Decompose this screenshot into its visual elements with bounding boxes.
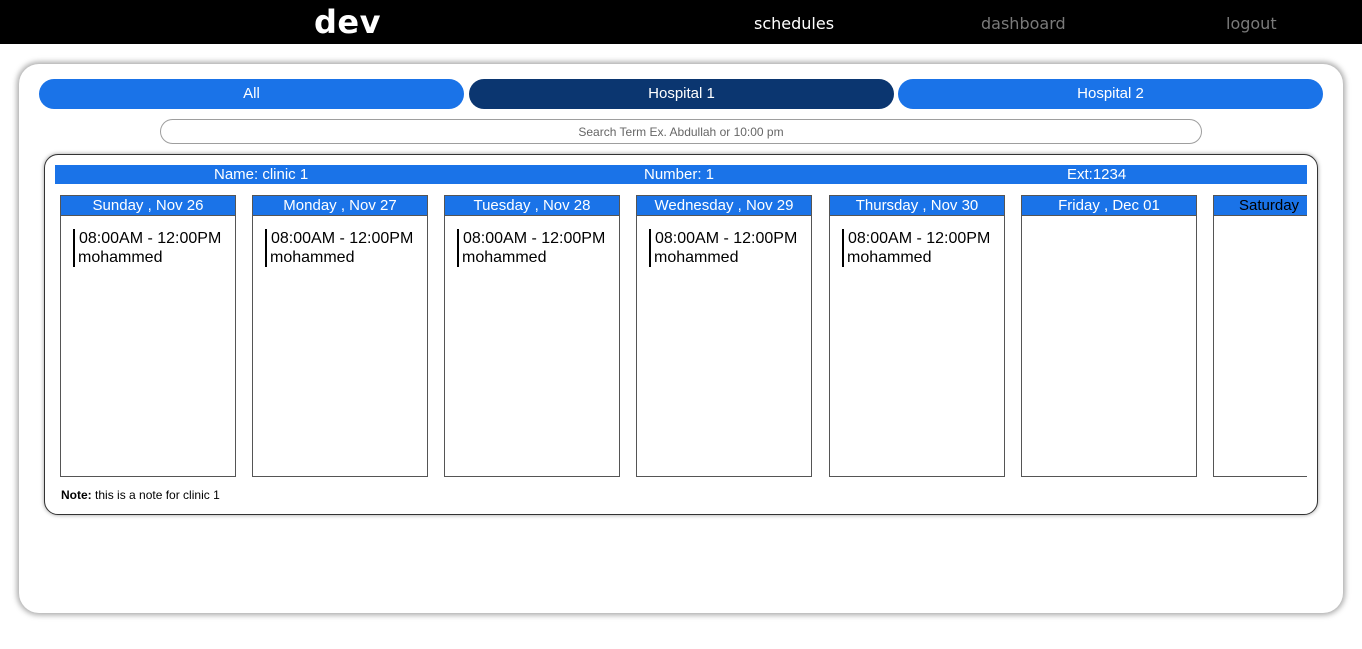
day-column-thursday: Thursday , Nov 30 08:00AM - 12:00PM moha… [829,195,1005,477]
nav-schedules-link[interactable]: schedules [754,14,834,33]
slot-time: 08:00AM - 12:00PM [79,230,222,247]
schedule-slot[interactable]: 08:00AM - 12:00PM mohammed [73,229,221,267]
tab-hospital-1[interactable]: Hospital 1 [469,79,894,109]
slot-person: mohammed [462,249,547,266]
search-input[interactable] [160,119,1202,144]
slot-time: 08:00AM - 12:00PM [463,230,606,247]
day-column-wednesday: Wednesday , Nov 29 08:00AM - 12:00PM moh… [636,195,812,477]
note-text: this is a note for clinic 1 [95,488,220,502]
days-row[interactable]: Sunday , Nov 26 08:00AM - 12:00PM mohamm… [55,195,1307,477]
clinic-ext: Ext:1234 [1067,166,1127,183]
day-column-sunday: Sunday , Nov 26 08:00AM - 12:00PM mohamm… [60,195,236,477]
day-header: Wednesday , Nov 29 [637,196,811,216]
day-header: Tuesday , Nov 28 [445,196,619,216]
day-column-monday: Monday , Nov 27 08:00AM - 12:00PM mohamm… [252,195,428,477]
day-header: Friday , Dec 01 [1022,196,1196,216]
day-header: Monday , Nov 27 [253,196,427,216]
slot-person: mohammed [78,249,163,266]
slot-person: mohammed [847,249,932,266]
nav-logout-link[interactable]: logout [1226,14,1277,33]
slot-person: mohammed [270,249,355,266]
day-header: Thursday , Nov 30 [830,196,1004,216]
tab-all[interactable]: All [39,79,464,109]
tab-hospital-2[interactable]: Hospital 2 [898,79,1323,109]
day-header: Saturday [1214,196,1307,216]
nav-dashboard-link[interactable]: dashboard [981,14,1066,33]
clinic-header: Name: clinic 1 Number: 1 Ext:1234 [55,165,1307,184]
slot-time: 08:00AM - 12:00PM [848,230,991,247]
clinic-note: Note: this is a note for clinic 1 [61,488,220,502]
top-navbar: dev schedules dashboard logout [0,0,1362,44]
note-label: Note: [61,488,92,502]
clinic-name: Name: clinic 1 [214,166,309,183]
day-column-saturday: Saturday [1213,195,1307,477]
slot-time: 08:00AM - 12:00PM [271,230,414,247]
schedule-slot[interactable]: 08:00AM - 12:00PM mohammed [842,229,990,267]
clinic-card: Name: clinic 1 Number: 1 Ext:1234 Sunday… [44,154,1318,515]
schedule-slot[interactable]: 08:00AM - 12:00PM mohammed [265,229,413,267]
slot-person: mohammed [654,249,739,266]
clinic-number: Number: 1 [644,166,715,183]
schedule-slot[interactable]: 08:00AM - 12:00PM mohammed [649,229,797,267]
brand-logo[interactable]: dev [314,3,381,41]
schedule-slot[interactable]: 08:00AM - 12:00PM mohammed [457,229,605,267]
day-column-friday: Friday , Dec 01 [1021,195,1197,477]
day-column-tuesday: Tuesday , Nov 28 08:00AM - 12:00PM moham… [444,195,620,477]
day-header: Sunday , Nov 26 [61,196,235,216]
slot-time: 08:00AM - 12:00PM [655,230,798,247]
schedule-panel: All Hospital 1 Hospital 2 Name: clinic 1… [19,64,1343,613]
